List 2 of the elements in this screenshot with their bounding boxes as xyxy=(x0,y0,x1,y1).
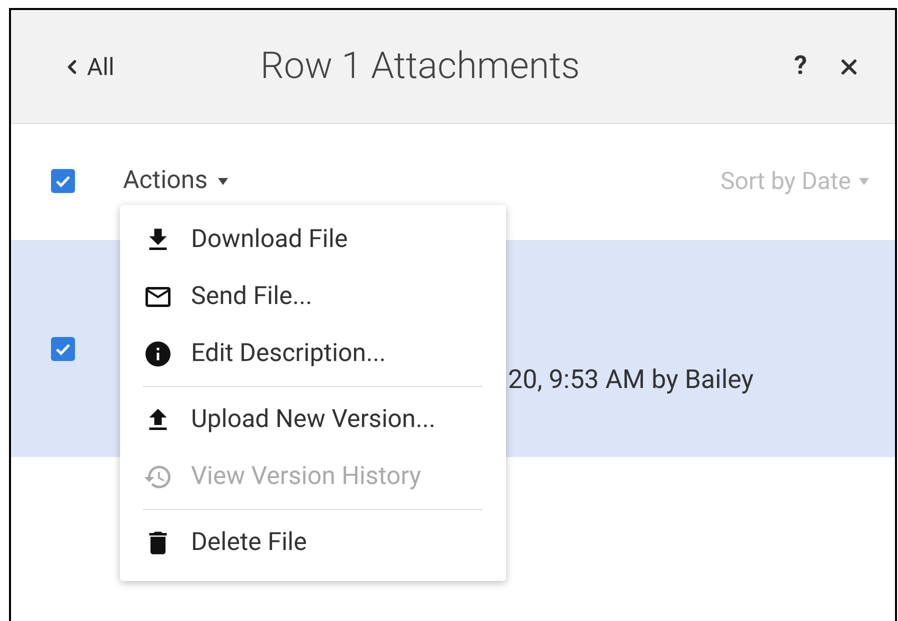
attachment-detail: 20, 9:53 AM by Bailey xyxy=(508,364,754,397)
window-title: Row 1 Attachments xyxy=(260,44,580,90)
